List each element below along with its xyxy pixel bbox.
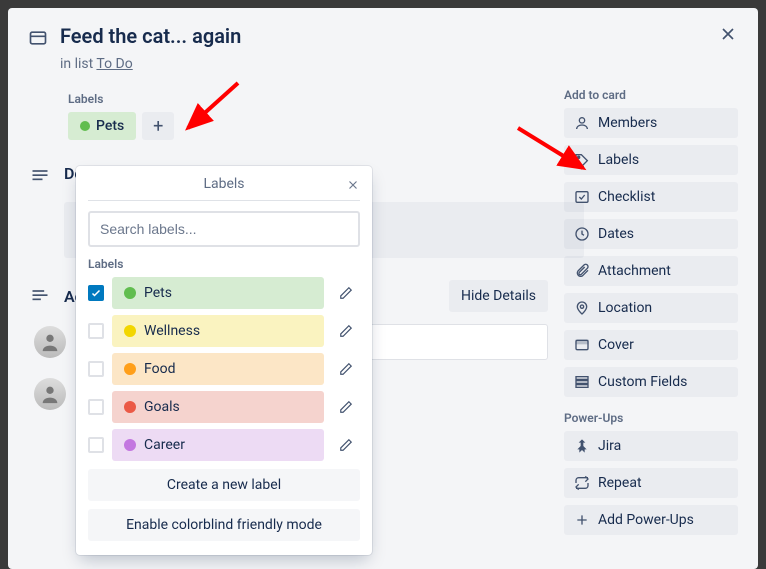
sidebar-item-label: Labels xyxy=(598,152,639,168)
sidebar-item-labels[interactable]: Labels xyxy=(564,145,738,175)
edit-label-icon[interactable] xyxy=(332,391,360,423)
label-checkbox[interactable] xyxy=(88,361,104,377)
label-name: Goals xyxy=(144,399,180,415)
card-title[interactable]: Feed the cat... again xyxy=(60,24,241,48)
label-option[interactable]: Food xyxy=(112,353,324,385)
labels-popover: Labels Labels Pets Wellness Food Goals Caree… xyxy=(76,166,372,555)
sidebar-item-label: Attachment xyxy=(598,263,671,279)
label-dot-icon xyxy=(124,439,136,451)
close-icon[interactable] xyxy=(346,176,360,197)
description-icon xyxy=(28,166,52,186)
location-icon xyxy=(574,300,590,316)
sidebar-item-label: Jira xyxy=(598,438,621,454)
user-icon xyxy=(574,115,590,131)
label-checkbox[interactable] xyxy=(88,323,104,339)
create-label-button[interactable]: Create a new label xyxy=(88,469,360,501)
popover-title: Labels xyxy=(203,176,244,192)
label-row: Pets xyxy=(88,277,360,309)
labels-heading: Labels xyxy=(68,92,548,106)
jira-icon xyxy=(574,438,590,454)
paperclip-icon xyxy=(574,263,590,279)
add-label-button[interactable]: + xyxy=(142,112,174,140)
sidebar-item-label: Checklist xyxy=(598,189,655,205)
label-option[interactable]: Wellness xyxy=(112,315,324,347)
in-list-prefix: in list xyxy=(60,56,96,72)
label-row: Goals xyxy=(88,391,360,423)
label-dot-icon xyxy=(124,287,136,299)
label-checkbox[interactable] xyxy=(88,399,104,415)
hide-details-button[interactable]: Hide Details xyxy=(449,280,548,312)
in-list: in list To Do xyxy=(60,56,548,72)
cover-icon xyxy=(574,337,590,353)
edit-label-icon[interactable] xyxy=(332,277,360,309)
in-list-link[interactable]: To Do xyxy=(96,56,132,72)
label-option[interactable]: Goals xyxy=(112,391,324,423)
avatar[interactable] xyxy=(34,378,66,410)
card-sidebar: Add to card Members Labels Checklist Dat… xyxy=(564,24,738,542)
avatar[interactable] xyxy=(34,326,66,358)
edit-label-icon[interactable] xyxy=(332,315,360,347)
sidebar-item-location[interactable]: Location xyxy=(564,293,738,323)
label-dot-icon xyxy=(124,401,136,413)
sidebar-item-label: Location xyxy=(598,300,652,316)
sidebar-item-label: Custom Fields xyxy=(598,374,687,390)
sidebar-item-jira[interactable]: Jira xyxy=(564,431,738,461)
activity-icon xyxy=(28,286,52,306)
label-checkbox[interactable] xyxy=(88,285,104,301)
label-name: Food xyxy=(144,361,175,377)
sidebar-item-add-powerups[interactable]: Add Power-Ups xyxy=(564,505,738,535)
add-to-card-heading: Add to card xyxy=(564,88,738,102)
card-modal: Feed the cat... again in list To Do Labe… xyxy=(8,8,758,569)
edit-label-icon[interactable] xyxy=(332,429,360,461)
card-icon xyxy=(28,28,48,52)
edit-label-icon[interactable] xyxy=(332,353,360,385)
label-dot-icon xyxy=(124,363,136,375)
tag-icon xyxy=(574,152,590,168)
fields-icon xyxy=(574,374,590,390)
sidebar-item-checklist[interactable]: Checklist xyxy=(564,182,738,212)
sidebar-item-label: Repeat xyxy=(598,475,642,491)
label-chip-pets[interactable]: Pets xyxy=(68,112,136,140)
sidebar-item-attachment[interactable]: Attachment xyxy=(564,256,738,286)
sidebar-item-members[interactable]: Members xyxy=(564,108,738,138)
sidebar-item-cover[interactable]: Cover xyxy=(564,330,738,360)
label-dot-icon xyxy=(124,325,136,337)
plus-icon xyxy=(574,512,590,528)
label-name: Pets xyxy=(144,285,172,301)
plus-icon: + xyxy=(153,116,163,137)
sidebar-item-repeat[interactable]: Repeat xyxy=(564,468,738,498)
search-labels-input[interactable] xyxy=(88,211,360,247)
label-name: Career xyxy=(144,437,185,453)
sidebar-item-label: Cover xyxy=(598,337,634,353)
label-row: Food xyxy=(88,353,360,385)
popover-section-label: Labels xyxy=(88,257,360,271)
checklist-icon xyxy=(574,189,590,205)
clock-icon xyxy=(574,226,590,242)
label-name: Wellness xyxy=(144,323,200,339)
label-option[interactable]: Career xyxy=(112,429,324,461)
label-option[interactable]: Pets xyxy=(112,277,324,309)
label-row: Wellness xyxy=(88,315,360,347)
sidebar-item-label: Members xyxy=(598,115,657,131)
label-checkbox[interactable] xyxy=(88,437,104,453)
sidebar-item-label: Dates xyxy=(598,226,634,242)
label-chip-text: Pets xyxy=(96,118,124,134)
applied-labels: Pets + xyxy=(68,112,548,140)
label-dot-icon xyxy=(80,121,90,131)
powerups-heading: Power-Ups xyxy=(564,411,738,425)
colorblind-mode-button[interactable]: Enable colorblind friendly mode xyxy=(88,509,360,541)
close-icon[interactable] xyxy=(718,24,738,49)
sidebar-item-custom-fields[interactable]: Custom Fields xyxy=(564,367,738,397)
sidebar-item-label: Add Power-Ups xyxy=(598,512,694,528)
label-row: Career xyxy=(88,429,360,461)
sidebar-item-dates[interactable]: Dates xyxy=(564,219,738,249)
repeat-icon xyxy=(574,475,590,491)
